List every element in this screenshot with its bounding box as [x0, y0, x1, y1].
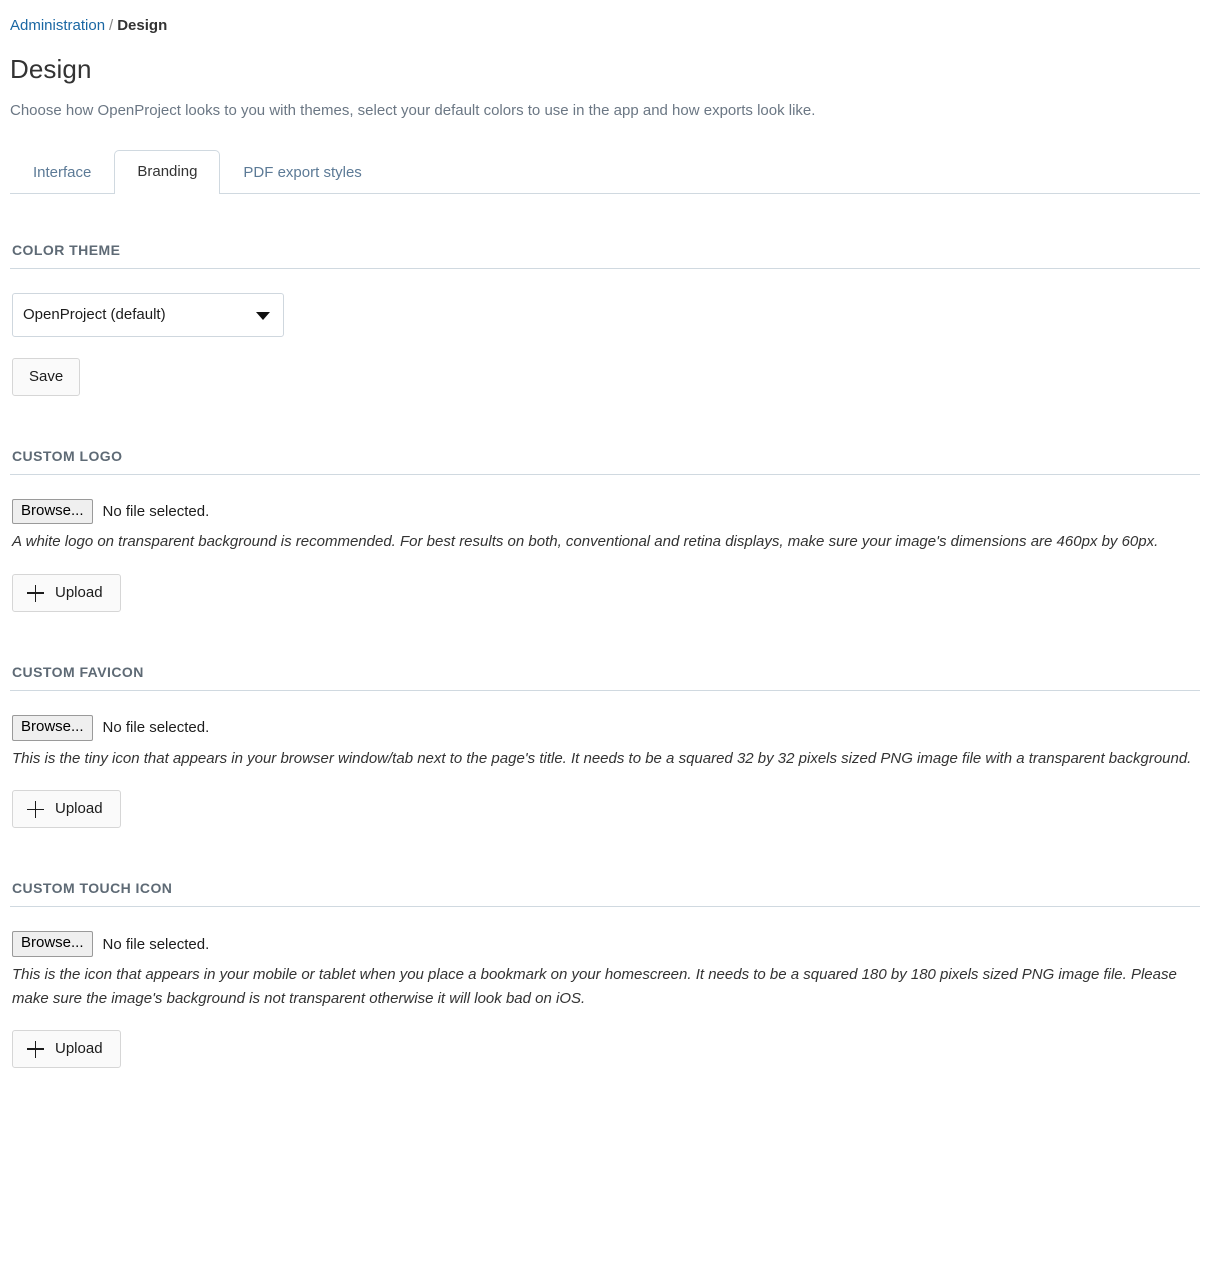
section-divider: [10, 267, 1200, 269]
section-title-custom-favicon: CUSTOM FAVICON: [12, 664, 144, 681]
section-custom-logo: CUSTOM LOGO Browse... No file selected. …: [10, 447, 1200, 613]
page-title: Design: [10, 54, 92, 84]
custom-favicon-upload-button[interactable]: Upload: [12, 790, 121, 829]
breadcrumb-separator: /: [109, 17, 114, 34]
color-theme-select[interactable]: OpenProject (default): [12, 292, 284, 337]
custom-touch-icon-upload-label: Upload: [55, 1040, 103, 1058]
custom-logo-upload-label: Upload: [55, 584, 103, 602]
tab-branding[interactable]: Branding: [114, 150, 221, 195]
custom-touch-icon-upload-button[interactable]: Upload: [12, 1030, 121, 1069]
plus-icon: [27, 584, 44, 602]
section-divider: [10, 473, 1200, 475]
custom-logo-upload-button[interactable]: Upload: [12, 574, 121, 613]
section-divider: [10, 906, 1200, 908]
tab-bar: Interface Branding PDF export styles: [10, 148, 1200, 195]
save-button[interactable]: Save: [12, 357, 81, 396]
custom-touch-icon-file-input[interactable]: Browse... No file selected.: [12, 931, 1200, 957]
custom-favicon-file-status: No file selected.: [102, 719, 210, 737]
custom-touch-icon-browse-button[interactable]: Browse...: [12, 931, 93, 957]
section-title-color-theme: COLOR THEME: [12, 242, 121, 259]
custom-logo-file-status: No file selected.: [102, 503, 210, 521]
section-custom-favicon: CUSTOM FAVICON Browse... No file selecte…: [10, 664, 1200, 829]
custom-touch-icon-file-status: No file selected.: [102, 935, 210, 953]
page-subtitle: Choose how OpenProject looks to you with…: [10, 101, 816, 119]
custom-touch-icon-hint: This is the icon that appears in your mo…: [12, 965, 1177, 1007]
custom-logo-hint: A white logo on transparent background i…: [12, 533, 1159, 551]
plus-icon: [27, 1040, 44, 1058]
section-custom-touch-icon: CUSTOM TOUCH ICON Browse... No file sele…: [10, 880, 1200, 1069]
custom-favicon-hint: This is the tiny icon that appears in yo…: [12, 749, 1192, 767]
color-theme-select-wrapper: OpenProject (default): [12, 292, 284, 337]
custom-favicon-upload-label: Upload: [55, 800, 103, 818]
custom-logo-browse-button[interactable]: Browse...: [12, 498, 93, 525]
breadcrumb: Administration / Design: [10, 0, 1200, 33]
breadcrumb-link-administration[interactable]: Administration: [10, 17, 105, 34]
custom-favicon-file-input[interactable]: Browse... No file selected.: [12, 714, 1200, 741]
tab-interface[interactable]: Interface: [10, 151, 114, 194]
custom-logo-file-input[interactable]: Browse... No file selected.: [12, 498, 1200, 525]
plus-icon: [27, 800, 44, 818]
breadcrumb-current-design: Design: [117, 17, 168, 34]
tab-pdf-export-styles[interactable]: PDF export styles: [220, 151, 384, 194]
section-divider: [10, 689, 1200, 691]
section-title-custom-touch-icon: CUSTOM TOUCH ICON: [12, 880, 173, 897]
section-title-custom-logo: CUSTOM LOGO: [12, 447, 123, 464]
section-color-theme: COLOR THEME OpenProject (default) Save: [10, 242, 1200, 396]
design-settings-page: Administration / Design Design Choose how …: [0, 0, 1210, 1069]
custom-favicon-browse-button[interactable]: Browse...: [12, 714, 93, 741]
